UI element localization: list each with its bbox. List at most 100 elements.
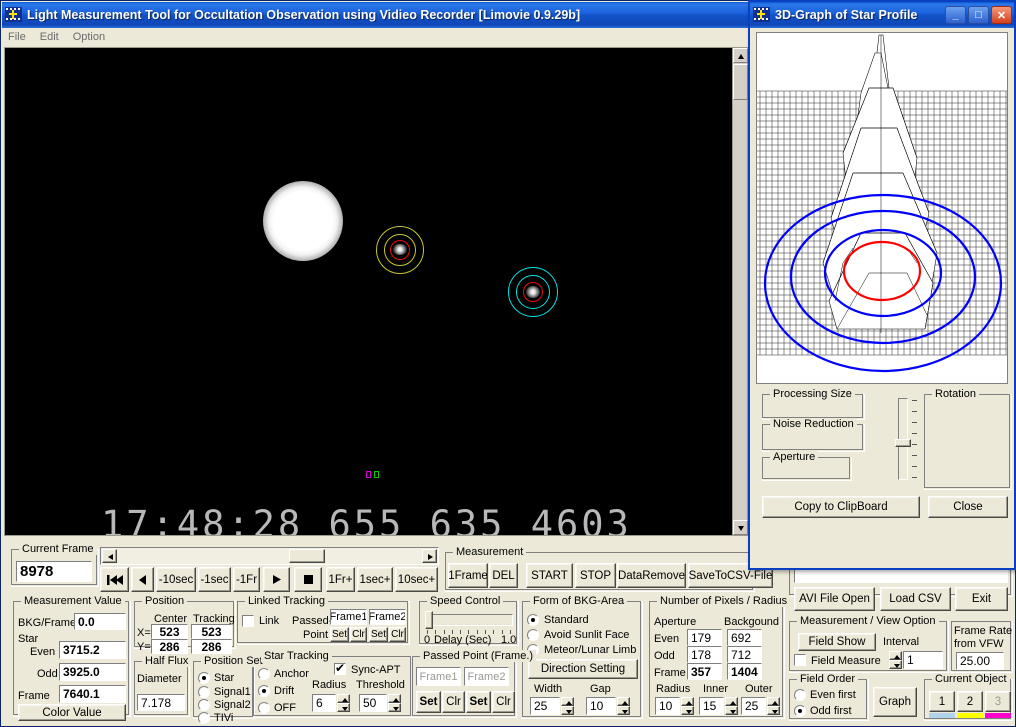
pixels-aperture-odd[interactable]: 178 bbox=[687, 646, 722, 663]
position-set-radio-star[interactable] bbox=[198, 672, 210, 684]
copy-to-clipboard-button[interactable]: Copy to ClipBoard bbox=[762, 496, 920, 518]
field-order-radio-odd-first[interactable] bbox=[794, 705, 806, 717]
outer-value[interactable]: 25 bbox=[741, 697, 766, 715]
star-frame-value[interactable]: 7640.1 bbox=[59, 685, 126, 703]
pixels-background-even[interactable]: 692 bbox=[727, 629, 762, 646]
star-tracking-radius-spinner[interactable] bbox=[337, 694, 350, 712]
transport-rewind-button[interactable] bbox=[100, 567, 129, 592]
frame-scroll-thumb[interactable] bbox=[289, 549, 325, 563]
field-order-radio-even-first[interactable] bbox=[794, 689, 806, 701]
graph-close-button[interactable]: Close bbox=[928, 496, 1008, 518]
linked-set1-button[interactable]: Set bbox=[330, 627, 349, 642]
frame-scroll-left-button[interactable] bbox=[102, 549, 117, 563]
speed-control-thumb[interactable] bbox=[425, 611, 433, 629]
minimize-button[interactable]: _ bbox=[945, 6, 966, 24]
graph-button[interactable]: Graph bbox=[873, 687, 917, 717]
sync-apt-checkbox[interactable] bbox=[334, 661, 346, 675]
star-tracking-radius-value[interactable]: 6 bbox=[312, 694, 336, 712]
linked-clr2-button[interactable]: Clr bbox=[389, 627, 406, 642]
position-set-radio-signal2[interactable] bbox=[198, 699, 210, 711]
bkg-area-radio-standard[interactable] bbox=[527, 614, 539, 626]
passed-point-frame1-field[interactable]: Frame1 bbox=[416, 667, 461, 686]
pixels-aperture-frame[interactable]: 357 bbox=[687, 663, 722, 680]
close-icon[interactable]: ✕ bbox=[991, 6, 1012, 24]
bkg-area-radio-avoid-sunlit[interactable] bbox=[527, 629, 539, 641]
transport-step-back-button[interactable] bbox=[131, 567, 154, 592]
video-display[interactable]: 17:48:28 655 635 4603 bbox=[5, 48, 733, 535]
transport-stop-button[interactable] bbox=[294, 567, 322, 592]
transport-plus-10sec-button[interactable]: 10sec+ bbox=[395, 567, 438, 592]
linked-frame1-field[interactable]: Frame1 bbox=[330, 609, 367, 625]
position-center-y[interactable]: 286 bbox=[151, 639, 188, 654]
star-tracking-threshold-value[interactable]: 50 bbox=[359, 694, 387, 712]
star-tracking-radio-anchor[interactable] bbox=[258, 668, 270, 680]
position-center-x[interactable]: 523 bbox=[151, 624, 188, 639]
frame-rate-value[interactable]: 25.00 bbox=[956, 652, 1004, 670]
measurement-1frame-button[interactable]: 1Frame bbox=[448, 563, 488, 588]
radius-spinner[interactable] bbox=[681, 697, 694, 715]
frame-position-scrollbar[interactable] bbox=[100, 547, 439, 565]
passed-point-clr1-button[interactable]: Clr bbox=[442, 691, 465, 713]
inner-spinner[interactable] bbox=[725, 697, 738, 715]
measurement-start-button[interactable]: START bbox=[526, 563, 573, 588]
star-tracking-radio-off[interactable] bbox=[258, 702, 270, 714]
aperture-object-2[interactable] bbox=[376, 226, 424, 274]
bkg-gap-value[interactable]: 10 bbox=[586, 697, 616, 715]
menu-item-file[interactable]: File bbox=[8, 31, 26, 43]
linked-frame2-field[interactable]: Frame2 bbox=[369, 609, 406, 625]
bkg-frame-value[interactable]: 0.0 bbox=[74, 613, 126, 630]
field-show-button[interactable]: Field Show bbox=[798, 633, 876, 651]
transport-play-button[interactable] bbox=[263, 567, 290, 592]
current-frame-input[interactable]: 8978 bbox=[16, 561, 92, 582]
passed-point-set2-button[interactable]: Set bbox=[466, 691, 491, 713]
interval-spinner[interactable] bbox=[889, 651, 902, 669]
aperture-object-1[interactable] bbox=[508, 267, 558, 317]
load-csv-button[interactable]: Load CSV bbox=[880, 587, 951, 611]
radius-value[interactable]: 10 bbox=[655, 697, 680, 715]
color-value-button[interactable]: Color Value bbox=[18, 704, 126, 721]
outer-spinner[interactable] bbox=[767, 697, 780, 715]
position-tracking-y[interactable]: 286 bbox=[191, 639, 232, 654]
star-profile-3d-plot[interactable] bbox=[756, 32, 1008, 384]
avi-file-open-button[interactable]: AVI File Open bbox=[794, 587, 875, 611]
scroll-thumb[interactable] bbox=[733, 64, 748, 100]
current-object-button-3[interactable]: 3 bbox=[985, 691, 1011, 712]
direction-setting-button[interactable]: Direction Setting bbox=[528, 659, 638, 679]
field-measure-checkbox[interactable] bbox=[794, 654, 806, 666]
pixels-background-odd[interactable]: 712 bbox=[727, 646, 762, 663]
position-tracking-x[interactable]: 523 bbox=[191, 624, 232, 639]
scroll-up-button[interactable] bbox=[733, 48, 748, 63]
speed-control-trackbar[interactable] bbox=[425, 614, 513, 626]
transport-plus-1frame-button[interactable]: 1Fr+ bbox=[326, 567, 355, 592]
bkg-width-spinner[interactable] bbox=[561, 697, 574, 715]
current-object-button-1[interactable]: 1 bbox=[929, 691, 955, 712]
linked-clr1-button[interactable]: Clr bbox=[350, 627, 367, 642]
pixels-aperture-even[interactable]: 179 bbox=[687, 629, 722, 646]
measurement-stop-button[interactable]: STOP bbox=[575, 563, 616, 588]
bkg-width-value[interactable]: 25 bbox=[530, 697, 560, 715]
star-even-value[interactable]: 3715.2 bbox=[59, 641, 126, 659]
frame-scroll-right-button[interactable] bbox=[422, 549, 437, 563]
link-checkbox[interactable] bbox=[242, 615, 254, 627]
star-tracking-radio-drift[interactable] bbox=[258, 685, 270, 697]
star-odd-value[interactable]: 3925.0 bbox=[59, 663, 126, 681]
bkg-gap-spinner[interactable] bbox=[617, 697, 630, 715]
graph-zoom-slider-thumb[interactable] bbox=[895, 439, 911, 447]
scroll-down-button[interactable] bbox=[733, 520, 748, 535]
passed-point-clr2-button[interactable]: Clr bbox=[492, 691, 515, 713]
transport-plus-1sec-button[interactable]: 1sec+ bbox=[357, 567, 393, 592]
exit-button[interactable]: Exit bbox=[955, 587, 1008, 611]
menu-item-option[interactable]: Option bbox=[73, 31, 105, 43]
position-set-radio-signal1[interactable] bbox=[198, 686, 210, 698]
linked-set2-button[interactable]: Set bbox=[369, 627, 388, 642]
pixels-background-frame[interactable]: 1404 bbox=[727, 663, 762, 680]
position-set-radio-tivi[interactable] bbox=[198, 712, 210, 724]
maximize-button[interactable]: □ bbox=[968, 6, 989, 24]
measurement-dataremove-button[interactable]: DataRemove bbox=[617, 563, 686, 588]
transport-minus-1frame-button[interactable]: -1Fr bbox=[233, 567, 260, 592]
interval-value[interactable]: 1 bbox=[903, 651, 943, 669]
star-tracking-threshold-spinner[interactable] bbox=[388, 694, 401, 712]
menu-item-edit[interactable]: Edit bbox=[40, 31, 59, 43]
inner-value[interactable]: 15 bbox=[699, 697, 724, 715]
transport-minus-10sec-button[interactable]: -10sec bbox=[156, 567, 196, 592]
